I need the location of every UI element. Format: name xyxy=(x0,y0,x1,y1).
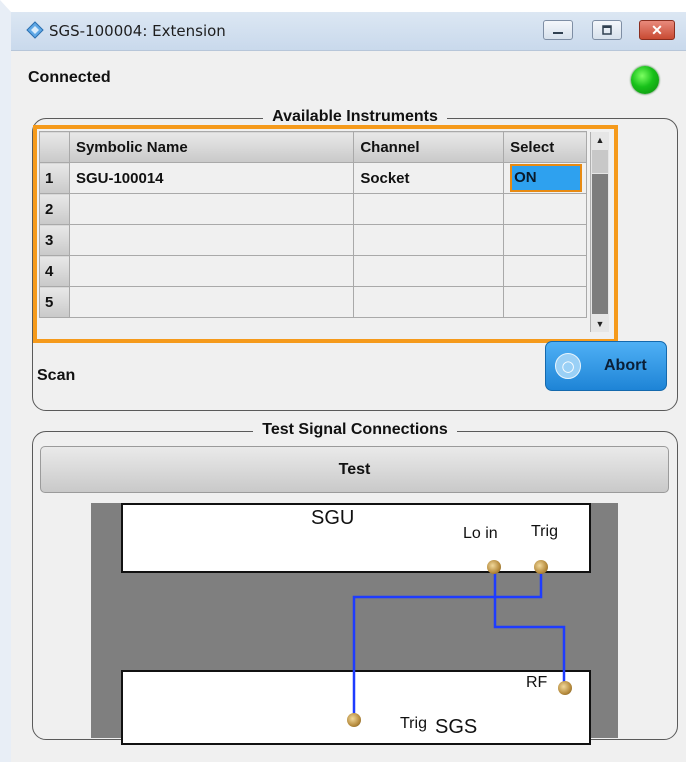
symbolic-name-cell[interactable] xyxy=(68,286,355,318)
scan-label: Scan xyxy=(37,367,76,384)
row-number: 2 xyxy=(39,193,70,225)
connection-wires xyxy=(352,566,566,715)
abort-button-label: Abort xyxy=(604,357,647,374)
extension-dialog: SGS-100004: Extension ✕ Connected Availa… xyxy=(11,12,686,762)
close-icon: ✕ xyxy=(651,21,663,38)
select-cell[interactable]: ON xyxy=(503,162,587,194)
connection-status: Connected xyxy=(28,69,111,86)
table-header-row: Symbolic Name Channel Select xyxy=(39,131,587,163)
column-header-select[interactable]: Select xyxy=(503,131,587,163)
row-number: 3 xyxy=(39,224,70,256)
scroll-down-icon[interactable]: ▼ xyxy=(591,316,609,332)
lo-in-connector-icon xyxy=(487,560,501,574)
row-number: 5 xyxy=(39,286,70,318)
window-title: SGS-100004: Extension xyxy=(49,22,226,40)
maximize-button[interactable] xyxy=(592,20,622,40)
table-row[interactable]: 4 xyxy=(39,255,587,287)
scrollbar-track[interactable] xyxy=(592,174,608,314)
wire-loin-to-rf xyxy=(493,566,566,683)
connection-status-led xyxy=(631,66,659,94)
abort-button[interactable]: ○ Abort xyxy=(545,341,667,391)
maximize-icon xyxy=(593,21,621,39)
symbolic-name-cell[interactable]: SGU-100014 xyxy=(68,162,355,194)
instruments-table: Symbolic Name Channel Select 1 SGU-10001… xyxy=(33,125,618,343)
column-header-symbolic-name[interactable]: Symbolic Name xyxy=(68,131,355,163)
trig-in-connector-icon xyxy=(347,713,361,727)
table-row[interactable]: 3 xyxy=(39,224,587,256)
column-header-channel[interactable]: Channel xyxy=(353,131,505,163)
select-cell[interactable] xyxy=(503,224,587,256)
table-row[interactable]: 1 SGU-100014 Socket ON xyxy=(39,162,587,194)
minimize-icon xyxy=(544,21,572,39)
select-value[interactable]: ON xyxy=(510,164,582,192)
available-instruments-title: Available Instruments xyxy=(263,108,447,125)
channel-cell[interactable]: Socket xyxy=(353,162,505,194)
select-cell[interactable] xyxy=(503,193,587,225)
power-toggle-icon: ○ xyxy=(555,353,581,379)
table-vertical-scrollbar[interactable]: ▲ ▼ xyxy=(590,132,609,332)
scroll-up-icon[interactable]: ▲ xyxy=(591,132,609,148)
rf-connector-icon xyxy=(558,681,572,695)
test-button[interactable]: Test xyxy=(40,446,669,493)
table-row[interactable]: 5 xyxy=(39,286,587,318)
select-cell[interactable] xyxy=(503,255,587,287)
row-number: 4 xyxy=(39,255,70,287)
channel-cell[interactable] xyxy=(353,193,505,225)
table-row[interactable]: 2 xyxy=(39,193,587,225)
symbolic-name-cell[interactable] xyxy=(68,193,355,225)
row-number: 1 xyxy=(39,162,70,194)
connection-diagram: SGU Lo in Trig SGS RF Trig xyxy=(91,503,618,745)
symbolic-name-cell[interactable] xyxy=(68,255,355,287)
select-cell[interactable] xyxy=(503,286,587,318)
channel-cell[interactable] xyxy=(353,286,505,318)
row-number-header xyxy=(39,131,70,163)
channel-cell[interactable] xyxy=(353,255,505,287)
channel-cell[interactable] xyxy=(353,224,505,256)
scrollbar-thumb[interactable] xyxy=(592,150,608,173)
test-signal-connections-title: Test Signal Connections xyxy=(253,421,457,438)
trig-out-connector-icon xyxy=(534,560,548,574)
title-bar[interactable]: SGS-100004: Extension ✕ xyxy=(11,12,686,51)
wire-trig-to-trig xyxy=(352,566,543,715)
symbolic-name-cell[interactable] xyxy=(68,224,355,256)
close-button[interactable]: ✕ xyxy=(639,20,675,40)
app-diamond-icon xyxy=(26,21,44,39)
minimize-button[interactable] xyxy=(543,20,573,40)
